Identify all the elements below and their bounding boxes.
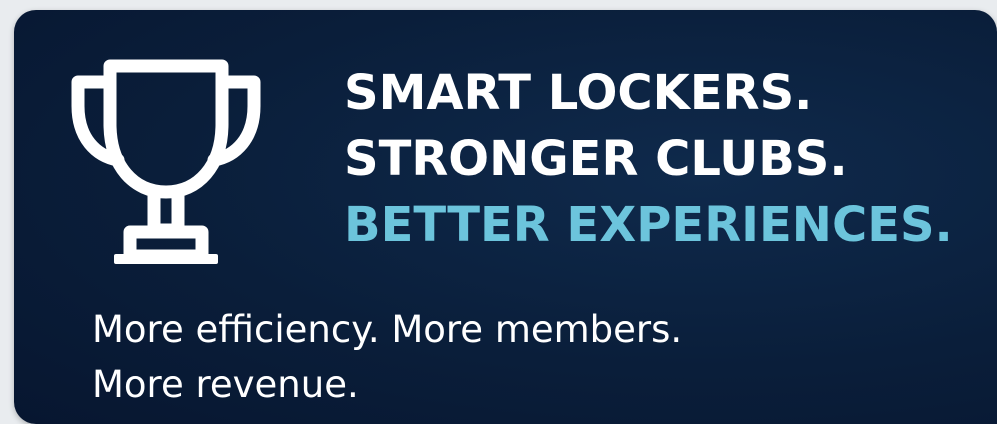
promo-banner: SMART LOCKERS. STRONGER CLUBS. BETTER EX… [14,10,997,424]
headline: SMART LOCKERS. STRONGER CLUBS. BETTER EX… [344,60,953,258]
headline-line-2: STRONGER CLUBS. [344,131,848,187]
headline-line-3: BETTER EXPERIENCES. [344,197,953,253]
trophy-icon [71,59,261,264]
tagline-line-1: More efficiency. More members. [92,308,683,351]
tagline-line-2: More revenue. [92,363,359,406]
tagline: More efficiency. More members. More reve… [92,302,682,412]
headline-line-1: SMART LOCKERS. [344,65,813,121]
